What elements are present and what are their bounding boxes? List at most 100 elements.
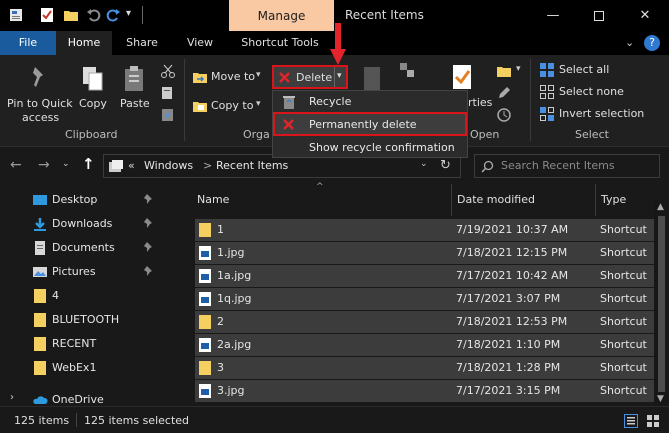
table-row[interactable]: 3 7/18/2021 1:28 PM Shortcut [195, 357, 654, 379]
scrollbar-thumb[interactable] [658, 216, 665, 392]
pin-icon[interactable] [143, 217, 155, 229]
edit-icon[interactable] [496, 85, 512, 101]
table-row[interactable]: 1.jpg 7/18/2021 12:15 PM Shortcut [195, 242, 654, 264]
breadcrumb-recent-items[interactable]: Recent Items [216, 159, 288, 172]
tab-shortcut-tools[interactable]: Shortcut Tools [230, 31, 330, 55]
pin-to-quick-access-button[interactable]: Pin to Quick access [2, 57, 74, 125]
address-overflow[interactable]: « [128, 159, 135, 172]
large-icons-view-icon[interactable] [646, 414, 660, 428]
copy-button[interactable]: Copy [77, 57, 109, 125]
status-selected-count: 125 items selected [84, 414, 190, 427]
column-name[interactable]: Name [197, 193, 229, 206]
properties-check-icon[interactable] [450, 63, 476, 93]
help-icon[interactable]: ? [644, 35, 660, 51]
select-all-button[interactable]: Select all [538, 61, 648, 79]
column-date-modified[interactable]: Date modified [457, 193, 535, 206]
invert-selection-button[interactable]: Invert selection [538, 105, 658, 123]
menu-item-recycle[interactable]: Recycle [273, 91, 467, 113]
nav-item-pictures[interactable]: Pictures [0, 260, 176, 284]
file-type: Shortcut [600, 223, 647, 236]
refresh-icon[interactable]: ↻ [440, 158, 451, 173]
close-button[interactable]: ✕ [622, 0, 668, 31]
table-row[interactable]: 2a.jpg 7/18/2021 1:10 PM Shortcut [195, 334, 654, 356]
pin-icon[interactable] [143, 193, 155, 205]
nav-label-recent: RECENT [52, 337, 97, 350]
nav-item-downloads[interactable]: Downloads [0, 212, 176, 236]
back-arrow-icon[interactable]: ← [10, 157, 22, 173]
up-arrow-icon[interactable]: ↑ [82, 155, 95, 173]
pin-icon [33, 67, 43, 87]
group-organize-label: Orga [243, 128, 270, 141]
address-dropdown-icon[interactable]: ⌄ [420, 159, 428, 169]
search-box[interactable]: Search Recent Items [474, 154, 660, 178]
open-icon[interactable] [496, 63, 512, 79]
breadcrumb-separator[interactable]: > [203, 159, 212, 172]
paste-button[interactable]: Paste [117, 57, 153, 125]
delete-split-separator [334, 67, 335, 87]
breadcrumb-windows[interactable]: Windows [144, 159, 193, 172]
tab-home[interactable]: Home [56, 31, 112, 55]
scroll-up-icon[interactable]: ▲ [657, 202, 664, 212]
nav-item-desktop[interactable]: Desktop [0, 188, 176, 212]
ribbon-collapse-icon[interactable]: ⌄ [625, 36, 634, 49]
table-row[interactable]: 1a.jpg 7/17/2021 10:42 AM Shortcut [195, 265, 654, 287]
status-separator [76, 413, 77, 427]
checkmark-document-icon[interactable] [39, 7, 55, 23]
new-item-icon[interactable] [398, 61, 416, 79]
table-row[interactable]: 2 7/18/2021 12:53 PM Shortcut [195, 311, 654, 333]
pin-icon[interactable] [143, 241, 155, 253]
scroll-down-icon[interactable]: ▼ [657, 394, 664, 404]
file-name: 3.jpg [217, 384, 245, 397]
expand-chevron-icon[interactable]: › [10, 392, 14, 403]
tab-view[interactable]: View [172, 31, 228, 55]
qat-dropdown-icon[interactable]: ▾ [126, 8, 131, 19]
paste-icon [125, 66, 143, 91]
delete-button[interactable]: Delete ▾ [272, 65, 348, 89]
nav-item-recent[interactable]: RECENT [0, 332, 176, 356]
nav-item-documents[interactable]: Documents [0, 236, 176, 260]
move-to-button[interactable]: Move to ▾ [190, 67, 266, 87]
column-separator[interactable] [595, 184, 596, 216]
nav-label-documents: Documents [52, 241, 115, 254]
menu-item-show-recycle-confirmation[interactable]: Show recycle confirmation [273, 137, 467, 159]
copy-to-button[interactable]: Copy to ▾ [190, 96, 266, 116]
cut-icon[interactable] [160, 63, 176, 79]
window-title: Recent Items [345, 8, 424, 22]
open-dropdown-icon[interactable]: ▾ [516, 64, 521, 74]
documents-icon [35, 241, 45, 255]
nav-item-folder-4[interactable]: 4 [0, 284, 176, 308]
undo-icon[interactable] [86, 7, 102, 23]
properties-icon[interactable] [8, 7, 24, 23]
pin-icon[interactable] [143, 265, 155, 277]
column-headers: ^ Name Date modified Type [176, 182, 654, 216]
forward-arrow-icon[interactable]: → [38, 157, 50, 173]
vertical-scrollbar[interactable]: ▲ ▼ [654, 200, 669, 406]
table-row[interactable]: 1 7/19/2021 10:37 AM Shortcut [195, 219, 654, 241]
nav-item-webex1[interactable]: WebEx1 [0, 356, 176, 380]
table-row[interactable]: 3.jpg 7/17/2021 3:15 PM Shortcut [195, 380, 654, 402]
redo-icon[interactable] [105, 7, 121, 23]
minimize-button[interactable]: — [530, 0, 576, 31]
select-none-button[interactable]: Select none [538, 83, 648, 101]
tab-file[interactable]: File [0, 31, 56, 55]
paste-shortcut-icon[interactable] [160, 107, 176, 123]
image-file-icon [199, 338, 211, 352]
details-view-icon[interactable] [624, 414, 638, 428]
close-icon: ✕ [639, 8, 651, 23]
delete-dropdown-icon[interactable]: ▾ [337, 71, 342, 81]
column-separator[interactable] [451, 184, 452, 216]
move-to-label: Move to [211, 70, 256, 83]
recent-locations-icon[interactable]: ⌄ [62, 159, 70, 169]
nav-item-bluetooth[interactable]: BLUETOOTH [0, 308, 176, 332]
manage-contextual-tab[interactable]: Manage [229, 0, 334, 31]
history-icon[interactable] [496, 107, 512, 123]
column-type[interactable]: Type [601, 193, 626, 206]
copy-path-icon[interactable] [160, 85, 176, 101]
menu-item-permanently-delete[interactable]: Permanently delete [273, 112, 467, 136]
maximize-button[interactable] [576, 0, 622, 31]
pin-label-1: Pin to Quick [7, 97, 73, 110]
nav-label-downloads: Downloads [52, 217, 113, 230]
tab-share[interactable]: Share [114, 31, 170, 55]
table-row[interactable]: 1q.jpg 7/17/2021 3:07 PM Shortcut [195, 288, 654, 310]
folder-icon[interactable] [63, 7, 79, 23]
